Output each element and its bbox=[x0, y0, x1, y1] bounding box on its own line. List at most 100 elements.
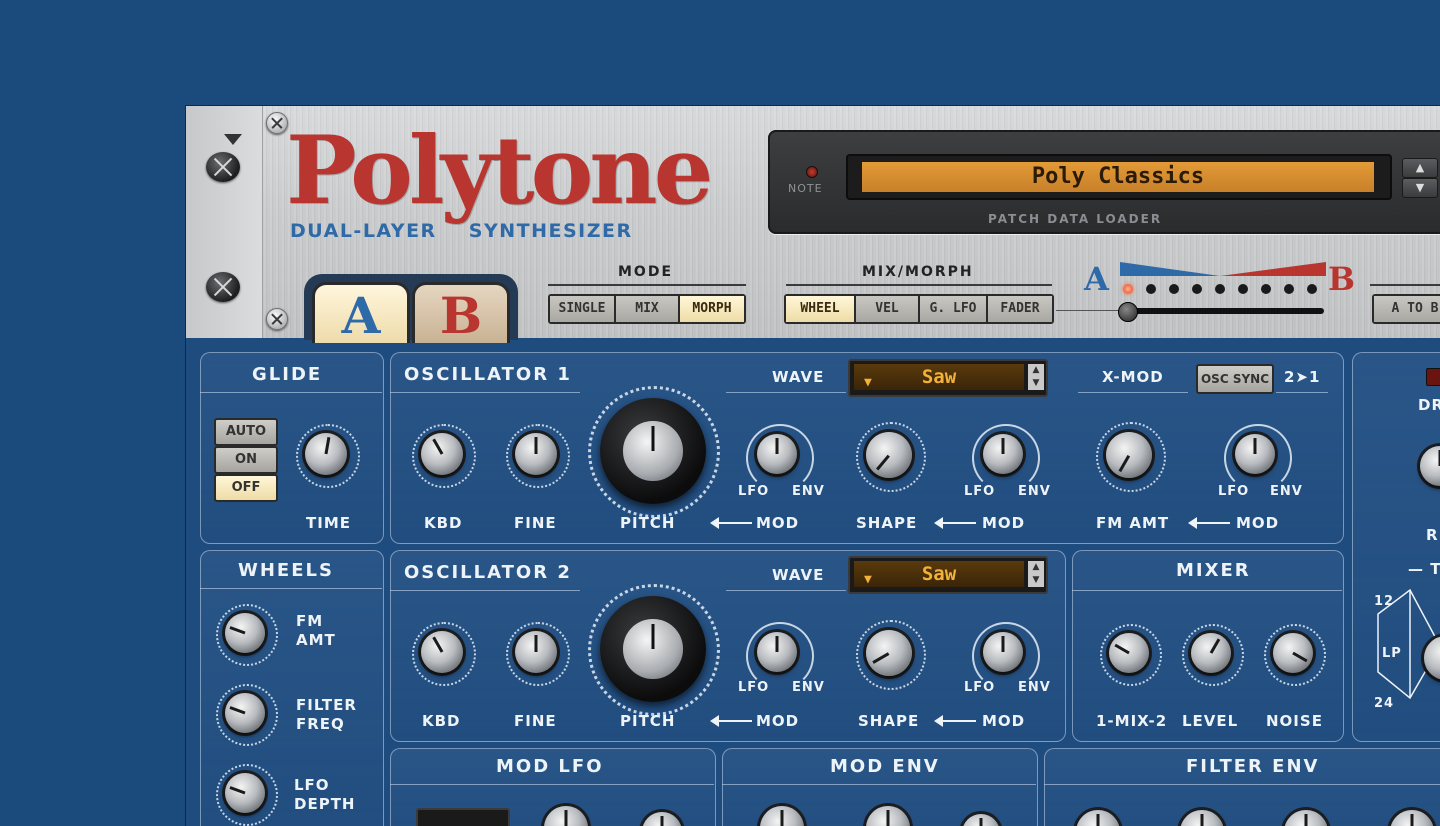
glide-time-knob[interactable] bbox=[305, 433, 347, 475]
wheels-divider bbox=[200, 588, 382, 589]
glide-off-button[interactable]: OFF bbox=[214, 474, 278, 502]
panel-screw-icon bbox=[266, 112, 288, 134]
osc1-wave-value: Saw bbox=[921, 366, 957, 388]
lfo-wave-selector[interactable] bbox=[416, 808, 510, 826]
osc2-pitch-env-label: ENV bbox=[792, 680, 825, 695]
osc2-shape-mod-label: MOD bbox=[982, 712, 1026, 730]
device-logo: Polytone bbox=[286, 116, 713, 226]
osc1-fine-label: FINE bbox=[514, 514, 557, 532]
morph-led bbox=[1284, 284, 1294, 294]
fm-env-label: ENV bbox=[1270, 484, 1303, 499]
osc2-fine-label: FINE bbox=[514, 712, 557, 730]
glide-time-label: TIME bbox=[306, 514, 351, 532]
mix-glfo-button[interactable]: G. LFO bbox=[920, 296, 986, 322]
mixer-level-label: LEVEL bbox=[1182, 712, 1239, 730]
glide-auto-button[interactable]: AUTO bbox=[214, 418, 278, 446]
mix-fader-button[interactable]: FADER bbox=[988, 296, 1052, 322]
osc1-fine-knob[interactable] bbox=[515, 433, 557, 475]
morph-slider-thumb[interactable] bbox=[1118, 302, 1138, 322]
mix-morph-selector: WHEEL VEL G. LFO FADER bbox=[784, 294, 1054, 324]
osc2-pitch-mod-arrow bbox=[710, 715, 752, 727]
wave-spinner-icon[interactable]: ▲ ▼ bbox=[1028, 364, 1044, 390]
xmod-title: X-MOD bbox=[1102, 368, 1164, 386]
fold-triangle-icon[interactable] bbox=[224, 134, 242, 145]
rack-screw-icon bbox=[206, 152, 240, 182]
mod-env-title: MOD ENV bbox=[830, 756, 940, 777]
osc2-fine-knob[interactable] bbox=[515, 631, 557, 673]
glide-title: GLIDE bbox=[252, 364, 323, 385]
osc2-wave-selector[interactable]: ▼ Saw ▲ ▼ bbox=[848, 556, 1048, 594]
mod-lfo-title: MOD LFO bbox=[496, 756, 604, 777]
fm-mod-arrow bbox=[1188, 517, 1230, 529]
patch-display[interactable]: Poly Classics bbox=[846, 154, 1392, 200]
osc1-kbd-knob[interactable] bbox=[421, 433, 463, 475]
wheel-lfo-depth-knob[interactable] bbox=[225, 773, 265, 813]
wheel-filter-freq-knob[interactable] bbox=[225, 693, 265, 733]
osc2-shape-mod-arrow bbox=[934, 715, 976, 727]
mixer-noise-knob[interactable] bbox=[1273, 633, 1313, 673]
glide-on-button[interactable]: ON bbox=[214, 446, 278, 474]
filter-dr-label: DR bbox=[1418, 396, 1440, 414]
xmod-divider-right bbox=[1276, 392, 1328, 393]
osc1-wave-selector[interactable]: ▼ Saw ▲ ▼ bbox=[848, 359, 1048, 397]
wave-spinner-icon[interactable]: ▲ ▼ bbox=[1028, 561, 1044, 587]
device-subtitle: DUAL-LAYER SYNTHESIZER bbox=[290, 220, 633, 242]
mix-vel-button[interactable]: VEL bbox=[856, 296, 918, 322]
osc2-shape-knob[interactable] bbox=[866, 630, 912, 676]
osc1-shape-mod-knob[interactable] bbox=[983, 434, 1023, 474]
note-led-icon bbox=[806, 166, 818, 178]
osc1-wave-display: ▼ Saw bbox=[854, 364, 1024, 390]
osc-sync-button[interactable]: OSC SYNC bbox=[1196, 364, 1274, 394]
osc1-wave-divider bbox=[726, 392, 846, 393]
mode-morph-button[interactable]: MORPH bbox=[680, 296, 744, 322]
xmod-route-label: 2➤1 bbox=[1284, 368, 1321, 386]
osc2-pitch-label: PITCH bbox=[620, 712, 676, 730]
osc2-title: OSCILLATOR 2 bbox=[404, 562, 572, 583]
fm-amt-knob[interactable] bbox=[1106, 432, 1152, 478]
filter-led-icon bbox=[1426, 368, 1440, 386]
dropdown-arrow-icon: ▼ bbox=[864, 572, 872, 587]
mixer-noise-label: NOISE bbox=[1266, 712, 1323, 730]
morph-divider bbox=[1056, 310, 1118, 311]
osc1-title: OSCILLATOR 1 bbox=[404, 364, 572, 385]
mixer-level-knob[interactable] bbox=[1191, 633, 1231, 673]
osc2-pitch-lfo-label: LFO bbox=[738, 680, 770, 695]
osc1-pitch-knob[interactable] bbox=[600, 398, 706, 504]
filter-env-title: FILTER ENV bbox=[1186, 756, 1320, 777]
morph-led bbox=[1215, 284, 1225, 294]
mix-morph-label: MIX/MORPH bbox=[862, 264, 974, 280]
wheel-fm-amt-knob[interactable] bbox=[225, 613, 265, 653]
osc2-shape-mod-knob[interactable] bbox=[983, 632, 1023, 672]
morph-slider-track[interactable] bbox=[1118, 308, 1324, 314]
osc1-pitch-mod-arrow bbox=[710, 517, 752, 529]
patch-up-button[interactable]: ▲ bbox=[1402, 158, 1438, 178]
wheels-title: WHEELS bbox=[238, 560, 334, 581]
patch-name[interactable]: Poly Classics bbox=[862, 162, 1374, 192]
osc2-kbd-knob[interactable] bbox=[421, 631, 463, 673]
osc2-pitch-mod-knob[interactable] bbox=[757, 632, 797, 672]
osc1-shape-knob[interactable] bbox=[866, 432, 912, 478]
layer-tab-a[interactable]: A bbox=[312, 282, 410, 345]
osc1-shape-lfo-label: LFO bbox=[964, 484, 996, 499]
a-to-b-button[interactable]: A TO B bbox=[1374, 296, 1440, 322]
morph-b-label: B bbox=[1328, 260, 1356, 298]
mix-morph-divider bbox=[786, 284, 1052, 286]
fm-mod-knob[interactable] bbox=[1235, 434, 1275, 474]
patch-down-button[interactable]: ▼ bbox=[1402, 178, 1438, 198]
mixer-mix-knob[interactable] bbox=[1109, 633, 1149, 673]
wheel-fm-amt-label: FM AMT bbox=[296, 612, 336, 649]
osc1-shape-mod-arrow bbox=[934, 517, 976, 529]
mode-mix-button[interactable]: MIX bbox=[616, 296, 678, 322]
osc1-shape-env-label: ENV bbox=[1018, 484, 1051, 499]
mode-single-button[interactable]: SINGLE bbox=[550, 296, 614, 322]
panel-screw-icon bbox=[266, 308, 288, 330]
mod-env-divider bbox=[722, 784, 1036, 785]
osc2-pitch-knob[interactable] bbox=[600, 596, 706, 702]
wheel-lfo-depth-label: LFO DEPTH bbox=[294, 776, 356, 813]
osc1-pitch-mod-knob[interactable] bbox=[757, 434, 797, 474]
knob-cap bbox=[623, 421, 683, 481]
filter-lp-label: LP bbox=[1382, 646, 1402, 661]
layer-tab-b[interactable]: B bbox=[412, 282, 510, 345]
mix-wheel-button[interactable]: WHEEL bbox=[786, 296, 854, 322]
osc2-title-divider bbox=[390, 590, 580, 591]
